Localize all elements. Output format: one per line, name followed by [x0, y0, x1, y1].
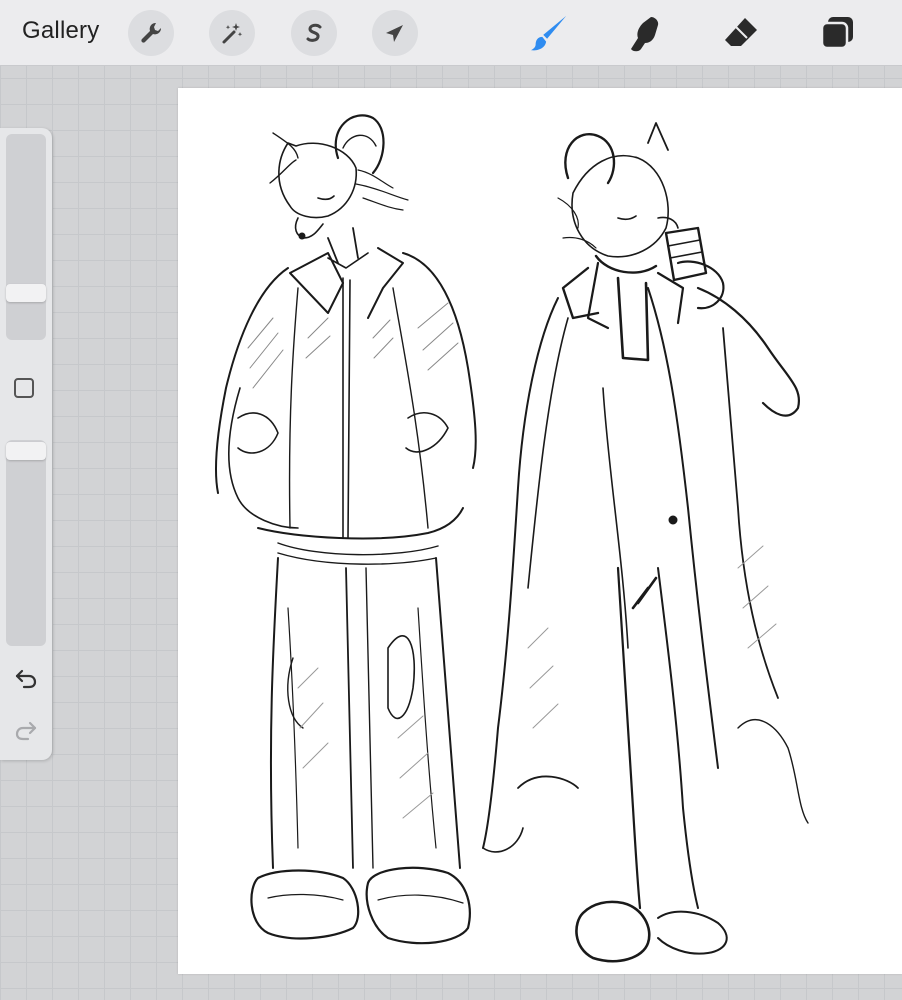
actions-button[interactable] [128, 10, 174, 56]
smudge-icon [631, 17, 659, 52]
brush-size-thumb[interactable] [6, 284, 46, 302]
redo-button[interactable] [12, 718, 40, 742]
transform-button[interactable] [372, 10, 418, 56]
layers-icon [820, 17, 853, 50]
brush-size-slider[interactable] [6, 134, 46, 340]
smudge-button[interactable] [624, 12, 666, 54]
layers-button[interactable] [816, 12, 858, 54]
paint-brush-button[interactable] [528, 12, 570, 54]
opacity-slider[interactable] [6, 440, 46, 646]
redo-icon [15, 721, 37, 741]
adjustments-button[interactable] [209, 10, 255, 56]
eraser-icon [725, 18, 757, 46]
opacity-thumb[interactable] [6, 442, 46, 460]
eraser-button[interactable] [720, 12, 762, 54]
brush-icon [530, 15, 567, 51]
undo-icon [15, 669, 37, 689]
wrench-icon [141, 22, 162, 43]
character-sketch-artwork [214, 114, 809, 963]
magic-wand-icon [222, 23, 243, 44]
arrow-cursor-icon [386, 25, 403, 42]
selection-s-icon [306, 23, 322, 42]
drawing-canvas[interactable] [178, 88, 902, 974]
undo-button[interactable] [12, 666, 40, 690]
left-sidebar [0, 128, 52, 760]
modify-square-icon[interactable] [14, 378, 34, 398]
selection-button[interactable] [291, 10, 337, 56]
gallery-button[interactable]: Gallery [22, 17, 99, 45]
top-toolbar: Gallery [0, 0, 902, 66]
